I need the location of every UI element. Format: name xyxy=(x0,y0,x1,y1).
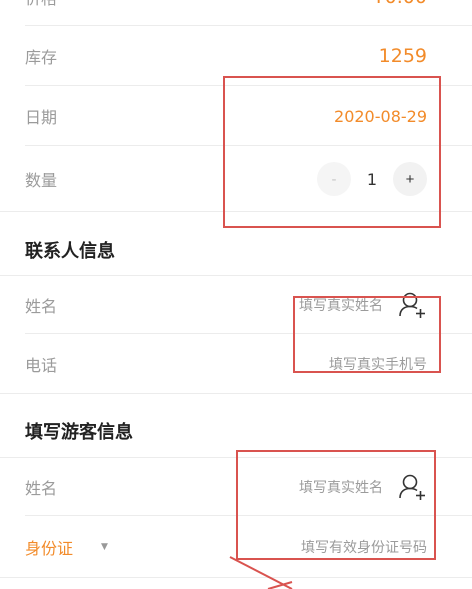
quantity-row: 数量 - 1 + xyxy=(0,146,472,212)
date-row[interactable]: 日期 2020-08-29 xyxy=(0,86,472,146)
price-row: 价格 ¥0.00 xyxy=(0,0,472,26)
tourist-name-input[interactable]: 填写真实姓名 xyxy=(299,477,383,497)
stock-row: 库存 1259 xyxy=(0,26,472,86)
tourist-section-title: 填写游客信息 xyxy=(25,422,133,443)
contact-name-label: 姓名 xyxy=(25,297,58,316)
id-type-label[interactable]: 身份证 xyxy=(25,535,73,559)
contact-phone-row[interactable]: 电话 填写真实手机号 xyxy=(0,334,472,394)
decrement-button[interactable]: - xyxy=(317,162,351,196)
id-type-select[interactable]: 身份证 ▼ xyxy=(25,535,108,559)
stock-value: 1259 xyxy=(378,45,427,67)
tourist-name-row[interactable]: 姓名 填写真实姓名 xyxy=(0,458,472,516)
contact-name-input[interactable]: 填写真实姓名 xyxy=(299,295,383,315)
date-value[interactable]: 2020-08-29 xyxy=(334,107,427,126)
user-plus-icon[interactable] xyxy=(397,472,427,502)
increment-button[interactable]: + xyxy=(393,162,427,196)
price-value: ¥0.00 xyxy=(373,0,427,8)
stock-label: 库存 xyxy=(25,48,58,67)
quantity-label: 数量 xyxy=(25,171,58,190)
tourist-name-field[interactable]: 填写真实姓名 xyxy=(299,472,427,502)
contact-phone-label: 电话 xyxy=(25,356,58,375)
contact-name-row[interactable]: 姓名 填写真实姓名 xyxy=(0,276,472,334)
order-form: 价格 ¥0.00 库存 1259 日期 2020-08-29 数量 - 1 + … xyxy=(0,0,472,589)
id-number-input[interactable]: 填写有效身份证号码 xyxy=(301,537,427,557)
date-label: 日期 xyxy=(25,108,58,127)
contact-section-title: 联系人信息 xyxy=(25,241,115,262)
price-label: 价格 xyxy=(25,0,57,9)
quantity-value: 1 xyxy=(366,169,378,189)
user-plus-icon[interactable] xyxy=(397,290,427,320)
tourist-id-row[interactable]: 身份证 ▼ 填写有效身份证号码 xyxy=(0,516,472,578)
tourist-name-label: 姓名 xyxy=(25,479,58,498)
contact-name-field[interactable]: 填写真实姓名 xyxy=(299,290,427,320)
caret-down-icon[interactable]: ▼ xyxy=(101,542,108,552)
contact-phone-input[interactable]: 填写真实手机号 xyxy=(329,354,427,374)
quantity-stepper: - 1 + xyxy=(317,162,427,196)
